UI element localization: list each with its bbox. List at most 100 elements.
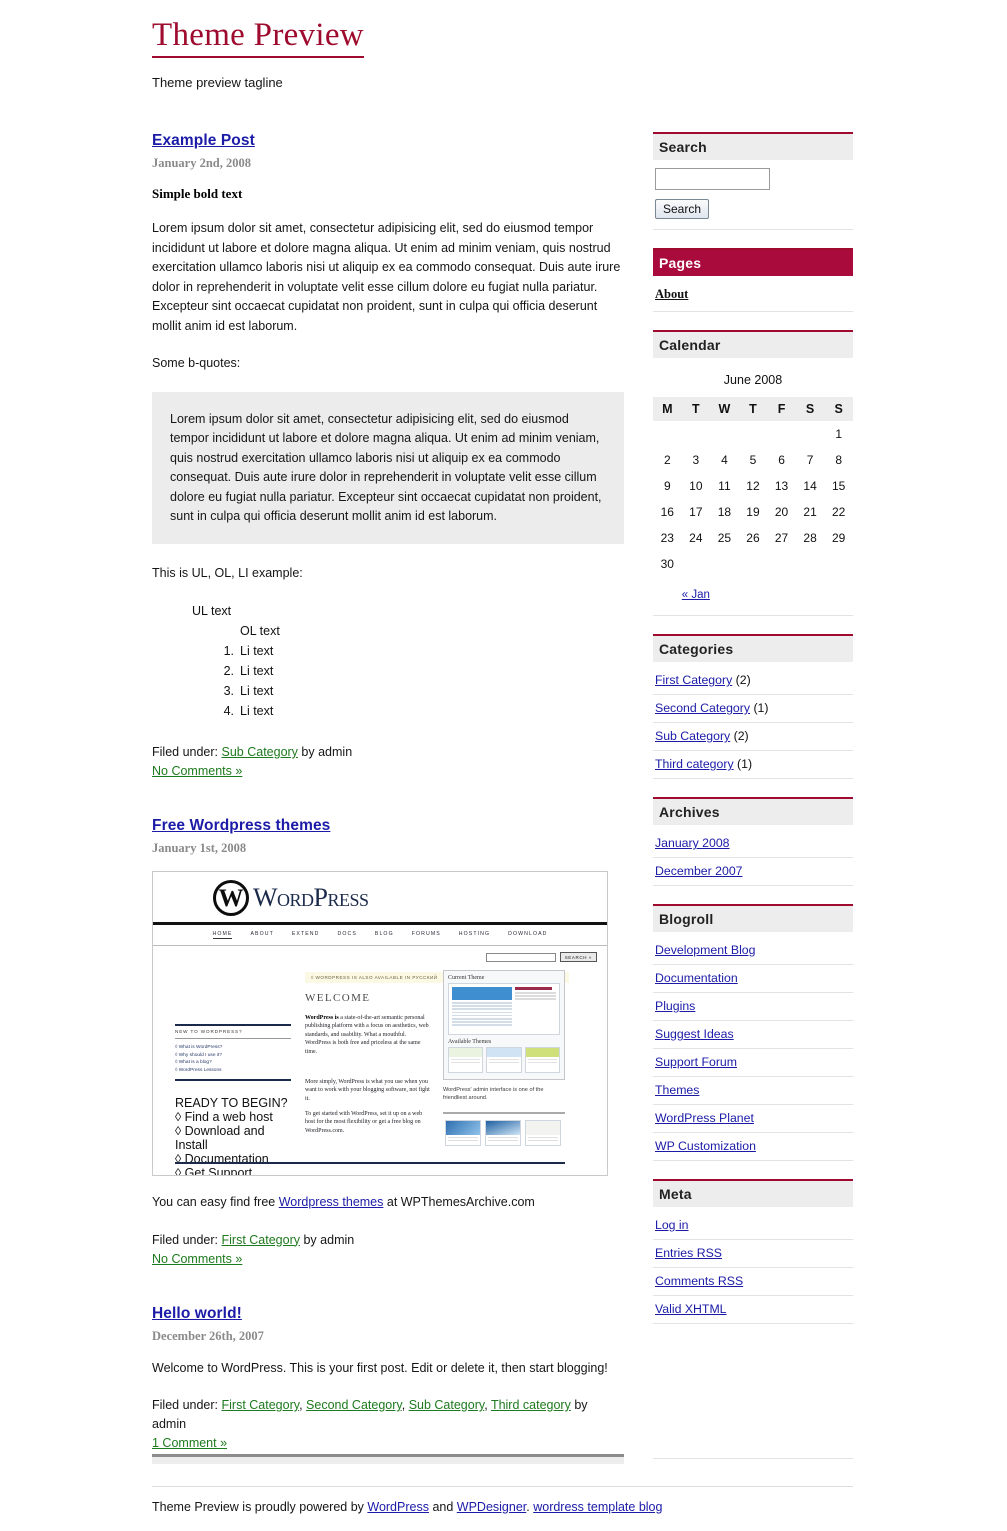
calendar-day: 26 (746, 531, 760, 545)
search-form: Search (653, 165, 853, 230)
calendar-nav-row: « Jan (653, 577, 853, 607)
meta-list: Log in Entries RSS Comments RSS Valid XH… (653, 1212, 853, 1324)
meta-link-valid-xhtml[interactable]: Valid XHTML (655, 1302, 727, 1316)
post-category-link[interactable]: Sub Category (409, 1398, 485, 1412)
post-paragraph: Welcome to WordPress. This is your first… (152, 1360, 608, 1375)
sidebar: Search Search Pages About Calendar June … (653, 132, 853, 1342)
search-button[interactable]: Search (655, 199, 710, 219)
list-item: About (653, 281, 853, 312)
blogroll-link[interactable]: WordPress Planet (655, 1111, 754, 1125)
screenshot-ready-link: ◊ Download and Install (175, 1124, 265, 1152)
blogroll-link[interactable]: Themes (655, 1083, 699, 1097)
blogroll-link[interactable]: Documentation (655, 971, 738, 985)
card-line (527, 1058, 557, 1061)
widget-meta: Meta Log in Entries RSS Comments RSS Val… (653, 1179, 853, 1324)
site-title-link[interactable]: Theme Preview (152, 18, 364, 58)
widget-title-categories: Categories (653, 634, 853, 662)
post-title-link[interactable]: Hello world! (152, 1305, 242, 1323)
thumb-line (452, 1014, 512, 1017)
calendar-day: 19 (746, 505, 760, 519)
site-header: Theme Preview Theme preview tagline (152, 18, 872, 90)
calendar-body: 1 2 3 4 5 6 7 8 9 10 11 12 13 14 15 16 1… (653, 421, 853, 577)
post-title-link[interactable]: Example Post (152, 132, 255, 150)
calendar-day (710, 551, 739, 577)
list-item: Valid XHTML (653, 1296, 853, 1324)
calendar-day: 22 (832, 505, 846, 519)
post-category-link[interactable]: Sub Category (222, 745, 298, 759)
demo-list-wrapper: UL text OL text 1. Li text 2. Li text 3. Li… (152, 601, 624, 721)
footer-link-wordpress[interactable]: WordPress (367, 1500, 429, 1514)
blogroll-link[interactable]: WP Customization (655, 1139, 756, 1153)
filed-under-label: Filed under: (152, 745, 219, 759)
screenshot-body3-end: . (342, 1127, 345, 1134)
widget-calendar: Calendar June 2008 M T W T F S S 1 2 3 4… (653, 330, 853, 616)
archive-link[interactable]: December 2007 (655, 864, 743, 878)
rule (175, 1038, 291, 1039)
screenshot-theme-thumb (452, 987, 512, 1031)
post-caption: You can easy find free Wordpress themes … (152, 1193, 624, 1213)
post-category-link[interactable]: First Category (222, 1398, 300, 1412)
card-line (489, 1058, 519, 1061)
category-link[interactable]: First Category (655, 673, 732, 687)
list-item: Development Blog (653, 937, 853, 965)
li-number: 4. (223, 704, 234, 718)
post-meta: Filed under: First Category by admin (152, 1231, 624, 1250)
list-item: Suggest Ideas (653, 1021, 853, 1049)
screenshot-body-strong: WordPress is (305, 1015, 339, 1021)
calendar-foot: « Jan (653, 577, 853, 607)
meta-link-comments-rss[interactable]: Comments RSS (655, 1274, 743, 1288)
card-banner (449, 1048, 483, 1057)
calendar-head: M T W T F S S (653, 397, 853, 421)
comments-link[interactable]: 1 Comment » (152, 1436, 227, 1450)
calendar-day: 13 (774, 479, 789, 493)
archive-link[interactable]: January 2008 (655, 836, 730, 850)
pages-list: About (653, 281, 853, 312)
meta-link-entries-rss[interactable]: Entries RSS (655, 1246, 722, 1260)
screenshot-body3-mid: for the most flexibility or (315, 1119, 379, 1126)
post-category-link[interactable]: Second Category (306, 1398, 402, 1412)
list-item: Third category (1) (653, 751, 853, 779)
category-link[interactable]: Third category (655, 757, 734, 771)
thumb-bar (452, 987, 512, 1000)
demo-unordered-list: UL text OL text 1. Li text 2. Li text 3. Li… (152, 601, 624, 721)
post-title-link[interactable]: Free Wordpress themes (152, 817, 330, 835)
post-comments: No Comments » (152, 1250, 624, 1269)
page-link-about[interactable]: About (655, 287, 688, 301)
comma: , (299, 1398, 303, 1412)
blogroll-link[interactable]: Development Blog (655, 943, 755, 957)
post-category-link[interactable]: First Category (222, 1233, 301, 1247)
calendar-day: 18 (717, 505, 732, 519)
ul-item: UL text (192, 604, 232, 618)
category-link[interactable]: Second Category (655, 701, 750, 715)
footer-link-wpdesigner[interactable]: WPDesigner (457, 1500, 526, 1514)
calendar-prev-link[interactable]: « Jan (682, 589, 710, 601)
wordpress-themes-link[interactable]: Wordpress themes (279, 1195, 384, 1209)
blogroll-link[interactable]: Plugins (655, 999, 695, 1013)
screenshot-mini-thumbs (445, 1120, 561, 1146)
category-link[interactable]: Sub Category (655, 729, 730, 743)
comments-link[interactable]: No Comments » (152, 1252, 242, 1266)
blogroll-link[interactable]: Support Forum (655, 1055, 737, 1069)
calendar-day (710, 421, 739, 447)
calendar-day (796, 421, 825, 447)
footer-link-template-blog[interactable]: wordress template blog (533, 1500, 662, 1514)
post-example-post: Example Post January 2nd, 2008 Simple bo… (152, 132, 624, 781)
li-label: Li text (240, 664, 274, 678)
calendar-day (739, 551, 768, 577)
calendar-day: 27 (774, 531, 789, 545)
post-category-link[interactable]: Third category (491, 1398, 571, 1412)
ol-item: OL text (240, 624, 280, 638)
blogroll-link[interactable]: Suggest Ideas (655, 1027, 734, 1041)
screenshot-panel-title: Current Theme (448, 975, 485, 981)
screenshot-nav-download: DOWNLOAD (508, 931, 548, 937)
card-line (451, 1061, 481, 1064)
search-input[interactable] (655, 168, 770, 190)
calendar-table: June 2008 M T W T F S S 1 2 3 4 5 6 7 8 … (653, 367, 853, 607)
comments-link[interactable]: No Comments » (152, 764, 242, 778)
calendar-day: 2 (663, 453, 671, 467)
caption-after: at WPThemesArchive.com (383, 1195, 535, 1209)
list-item: December 2007 (653, 858, 853, 886)
calendar-week: 16 17 18 19 20 21 22 (653, 499, 853, 525)
calendar-day: 11 (718, 479, 731, 493)
meta-link-login[interactable]: Log in (655, 1218, 689, 1232)
